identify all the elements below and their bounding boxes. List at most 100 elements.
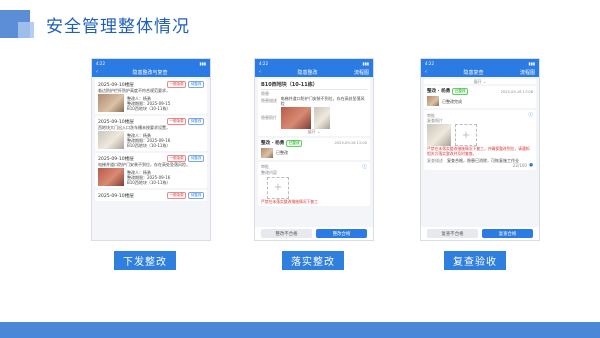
status-badge: 已整改 — [286, 139, 303, 147]
item-deadline: 整改期限：2025-09-16 — [127, 137, 171, 143]
nav-bar: ‹ 隐患复查 流程图 — [421, 67, 539, 77]
divider — [261, 89, 367, 90]
level-badge: 一般隐患 — [166, 155, 187, 162]
info-icon[interactable]: ⓘ — [528, 112, 533, 118]
action-bar: 整改不合格 整改合格 — [255, 227, 373, 240]
item-location: B10西地块（10-11栋） — [127, 105, 171, 111]
process-card: 整改 · 杨勇 已整改 2025-09-16 11:00 已整改 — [258, 137, 370, 160]
item-date: 2025-09-10楼层 — [98, 82, 134, 88]
flowchart-link[interactable]: 流程图 — [520, 69, 535, 76]
item-location: B10西地块（10-11栋） — [127, 142, 171, 148]
field-label: 复查描述 — [427, 158, 443, 164]
handler-note: 已整改完成 — [442, 98, 462, 104]
field-label: 整改内容 — [261, 169, 277, 175]
item-description: 西地块大门出入口洗车槽未按要求设置， — [98, 125, 170, 130]
status-badge: 已整改 — [452, 88, 469, 95]
item-date: 2025-09-10楼层 — [98, 156, 134, 162]
status-time: 4:22 — [259, 60, 268, 66]
process-card: 整改 · 杨勇 已整改 2025-09-16 17:08 已整改完成 — [424, 86, 536, 108]
status-bar: 4:22 ▮▮▮ — [255, 59, 373, 67]
item-date: 2025-09-10楼层 — [98, 119, 134, 125]
plus-icon: + — [273, 182, 283, 193]
handler-name: 整改 · 杨勇 — [427, 89, 451, 94]
field-label: 审批 — [427, 112, 435, 118]
location-title: B10西地块（10-11栋） — [261, 82, 318, 88]
item-date: 2025-09-10楼层 — [98, 193, 134, 199]
reject-button[interactable]: 复查不合格 — [427, 229, 478, 238]
approve-button[interactable]: 整改合格 — [316, 229, 367, 238]
status-badge: 待整改 — [188, 81, 204, 88]
handler-time: 2025-09-16 17:08 — [500, 89, 533, 94]
battery-icon: ▮▮▮ — [199, 60, 206, 66]
form-card: 审批 ⓘ 整改内容 + 严禁在未落实整改措施情况下复工 — [258, 161, 370, 207]
chevron-down-icon: ⌄ — [316, 128, 321, 134]
issue-photo — [98, 168, 124, 186]
issue-photo — [314, 106, 330, 129]
level-badge: 一般隐患 — [166, 192, 187, 199]
title-accent-block-light — [18, 22, 34, 38]
nav-title: 隐患整改与复查 — [132, 69, 168, 76]
battery-icon: ▮▮▮ — [362, 60, 369, 66]
phone-screen-issue-list: 4:22 ▮▮▮ ‹ 隐患整改与复查 2025-09-10楼层 一般隐患 待整改 临边… — [91, 58, 211, 241]
status-bar: 4:22 ▮▮▮ — [92, 59, 210, 67]
status-badge: 待整改 — [188, 155, 204, 162]
reject-button[interactable]: 整改不合格 — [261, 229, 312, 238]
expand-toggle[interactable]: 展开 ⌄ — [424, 79, 536, 84]
add-photo-button[interactable]: + — [267, 176, 289, 199]
mic-icon[interactable]: ● — [529, 163, 533, 168]
status-time: 4:22 — [96, 60, 105, 66]
flowchart-link[interactable]: 流程图 — [354, 69, 369, 76]
bottom-bar — [0, 322, 600, 338]
item-location: B10西地块（10-11栋） — [127, 179, 171, 185]
expand-label: 展开 — [473, 79, 482, 84]
detail-card: B10西地块（10-11栋） 隐患 隐患描述 电梯井道口防护门安装不到位，存在高处… — [258, 79, 370, 136]
warning-text: 严禁在未落实整改措施情况下复工 — [261, 198, 318, 204]
nav-title: 隐患复查 — [463, 69, 484, 76]
caption-issue-dispatch: 下发整改 — [114, 251, 176, 270]
approve-button[interactable]: 复查合格 — [482, 229, 533, 238]
item-deadline: 整改期限：2025-09-16 — [127, 174, 171, 180]
field-label: 隐患照片 — [261, 115, 277, 120]
field-label: 隐患描述 — [261, 98, 277, 103]
item-description: 电梯井道口防护门安装不到位，存在高处坠落风险， — [98, 162, 190, 167]
add-photo-button[interactable]: + — [455, 124, 477, 146]
review-photo[interactable] — [427, 124, 451, 146]
info-icon[interactable]: ⓘ — [362, 164, 367, 170]
plus-icon: + — [461, 129, 471, 141]
level-badge: 一般隐患 — [166, 118, 187, 125]
action-bar: 复查不合格 复查合格 — [421, 227, 539, 240]
rectification-photo — [427, 96, 439, 106]
review-description[interactable]: 复查合格，隐患已消除，可恢复施工作业 — [447, 158, 519, 163]
handler-note: 已整改 — [276, 150, 288, 155]
char-count: 22/100 — [512, 163, 527, 169]
issue-photo — [281, 106, 311, 129]
field-label: 审批 — [261, 164, 269, 169]
list-item[interactable]: 2025-09-10楼层 一般隐患 待整改 临边防护栏杆防护高度不符合规范要求， 整… — [95, 79, 207, 114]
list-item[interactable]: 2025-09-10楼层 一般隐患 待整改 — [95, 190, 207, 201]
rectification-photo — [261, 147, 273, 158]
expand-toggle[interactable]: 展开 ⌄ — [261, 129, 367, 134]
nav-bar: ‹ 隐患整改与复查 — [92, 67, 210, 77]
item-description: 临边防护栏杆防护高度不符合规范要求， — [98, 88, 170, 93]
list-item[interactable]: 2025-09-10楼层 一般隐患 待整改 电梯井道口防护门安装不到位，存在高处坠落… — [95, 153, 207, 188]
list-item[interactable]: 2025-09-10楼层 一般隐患 待整改 西地块大门出入口洗车槽未按要求设置， 整… — [95, 116, 207, 151]
page-title: 安全管理整体情况 — [46, 17, 190, 37]
field-value: 电梯井道口防护门安装不到位，存在高处坠落风险 — [280, 95, 365, 106]
handler-name: 整改 · 杨勇 — [261, 140, 285, 146]
phone-screen-review: 4:22 ▮▮▮ ‹ 隐患复查 流程图 展开 ⌄ 整改 · 杨勇 已整改 2025-0… — [420, 58, 540, 241]
form-card: 审批 ⓘ 复查照片 + 严禁在未落实整改措施情况下复工，并确保整改到位，请通知相关… — [424, 110, 536, 171]
handler-time: 2025-09-16 11:00 — [334, 141, 367, 145]
issue-photo — [98, 131, 124, 149]
expand-label: 展开 — [307, 128, 316, 134]
issue-photo — [98, 94, 124, 112]
nav-bar: ‹ 隐患整改 流程图 — [255, 67, 373, 77]
status-bar: 4:22 ▮▮▮ — [421, 59, 539, 67]
phone-screen-rectification: 4:22 ▮▮▮ ‹ 隐患整改 流程图 B10西地块（10-11栋） 隐患 隐患描… — [254, 58, 374, 241]
level-badge: 一般隐患 — [166, 81, 187, 88]
status-time: 4:22 — [425, 60, 434, 66]
status-badge: 待整改 — [188, 118, 204, 125]
chevron-down-icon: ⌄ — [482, 79, 487, 84]
item-deadline: 整改期限：2025-09-15 — [127, 100, 171, 106]
nav-title: 隐患整改 — [297, 69, 318, 76]
status-badge: 待整改 — [188, 192, 204, 199]
